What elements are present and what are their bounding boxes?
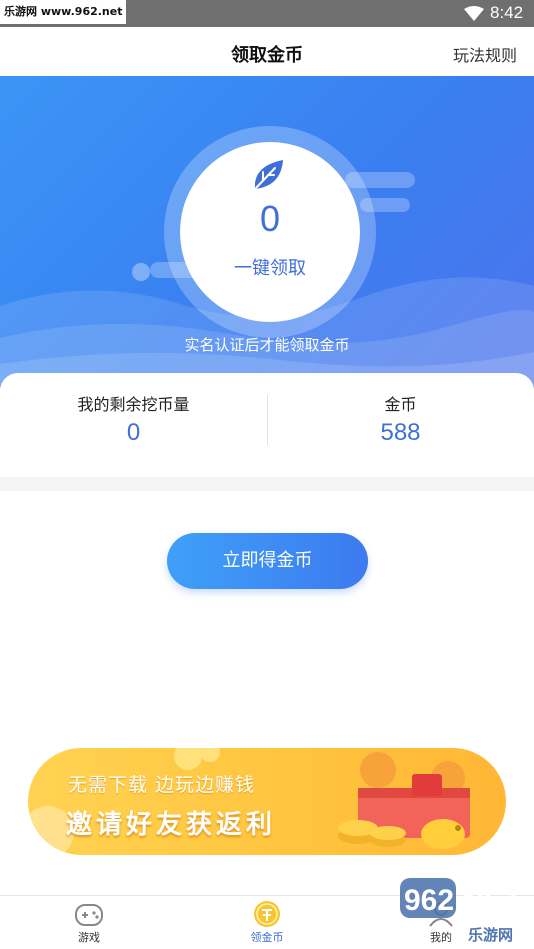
get-coins-button[interactable]: 立即得金币 xyxy=(167,533,368,589)
invite-banner[interactable]: 无需下载 边玩边赚钱 邀请好友获返利 xyxy=(28,748,506,855)
verification-notice: 实名认证后才能领取金币 xyxy=(184,336,350,354)
leaf-icon xyxy=(254,160,283,189)
remaining-value: 0 xyxy=(126,419,141,446)
hero-section: 0 一键领取 实名认证后才能领取金币 xyxy=(0,76,534,388)
rules-link[interactable]: 玩法规则 xyxy=(453,42,517,66)
status-site-label: 乐游网 www.962.net xyxy=(0,0,127,24)
coins-stat: 金币 588 xyxy=(267,391,534,447)
remaining-label: 我的剩余挖币量 xyxy=(77,395,190,414)
tab-games[interactable]: 游戏 xyxy=(44,900,134,945)
status-time: 8:42 xyxy=(490,3,524,22)
coins-label: 金币 xyxy=(384,395,417,414)
claim-label: 一键领取 xyxy=(234,258,306,279)
claim-count: 0 xyxy=(259,198,281,239)
wifi-icon xyxy=(464,6,484,21)
watermark-mark: 962.NET xyxy=(404,884,522,917)
banner-title: 邀请好友获返利 xyxy=(66,810,277,840)
coin-icon xyxy=(254,901,280,927)
banner-subtitle: 无需下载 边玩边赚钱 xyxy=(68,774,256,796)
watermark-subtext: 乐游网 xyxy=(468,926,513,944)
claim-button[interactable]: 0 一键领取 xyxy=(180,142,360,322)
title-bar: 领取金币 玩法规则 xyxy=(0,27,534,76)
tab-coins[interactable]: 领金币 xyxy=(222,900,312,945)
remaining-stat: 我的剩余挖币量 0 xyxy=(0,391,267,447)
stats-card: 我的剩余挖币量 0 金币 588 xyxy=(0,373,534,477)
section-divider xyxy=(0,477,534,491)
site-watermark: 962.NET 乐游网 xyxy=(400,878,522,944)
tab-coins-label: 领金币 xyxy=(250,931,284,944)
status-bar: 乐游网 www.962.net 8:42 xyxy=(0,0,534,27)
gamepad-icon xyxy=(75,904,103,926)
tab-games-label: 游戏 xyxy=(78,931,100,944)
coins-value: 588 xyxy=(380,419,421,446)
